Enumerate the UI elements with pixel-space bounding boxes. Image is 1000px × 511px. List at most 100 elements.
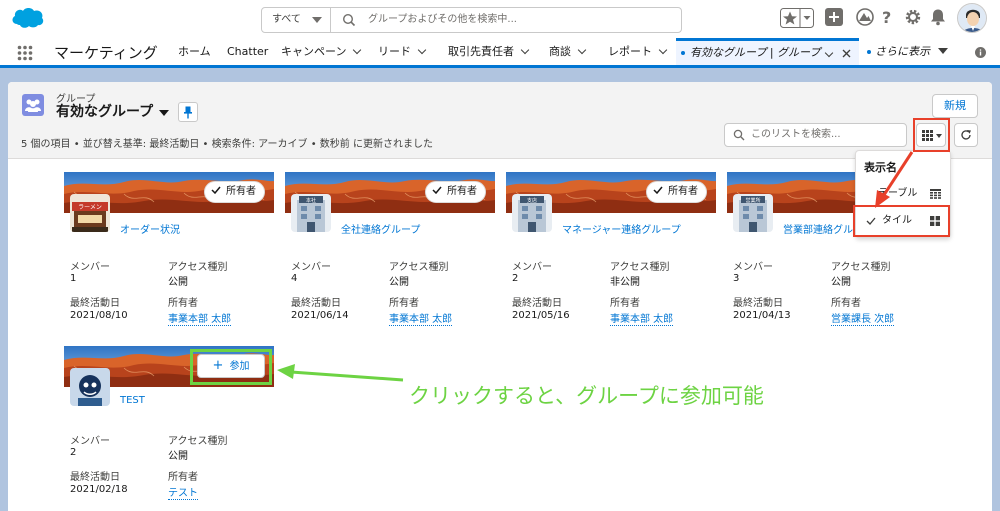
chevron-down-icon	[312, 17, 322, 23]
user-avatar[interactable]	[957, 3, 987, 33]
list-search-input[interactable]: このリストを検索...	[724, 123, 907, 147]
access-label: アクセス種別	[168, 262, 228, 273]
help-button[interactable]: ?	[880, 8, 896, 29]
members-value: 1	[70, 273, 77, 284]
group-tile[interactable]: 所有者 支店 マネージャー連絡グループ メンバー 2 アクセス種別 非公開 最終…	[506, 172, 716, 326]
search-scope-select[interactable]: すべて	[262, 8, 331, 32]
nav-more-label: さらに表示	[875, 45, 930, 58]
members-label: メンバー	[512, 262, 552, 273]
pin-list-button[interactable]	[178, 102, 198, 122]
search-input[interactable]: グループおよびその他を検索中...	[368, 8, 517, 32]
owner-label: 所有者	[168, 298, 198, 309]
global-actions-button[interactable]	[825, 8, 843, 29]
new-button[interactable]: 新規	[932, 94, 978, 118]
check-icon	[211, 186, 221, 195]
gear-icon	[905, 9, 921, 25]
access-value: 非公開	[610, 277, 640, 288]
search-icon	[342, 13, 356, 27]
nav-item-label: ホーム	[178, 45, 211, 58]
refresh-button[interactable]	[954, 123, 978, 147]
nav-item-contacts[interactable]: 取引先責任者	[448, 38, 530, 65]
owner-label: 所有者	[389, 298, 419, 309]
annotation-text: クリックすると、グループに参加可能	[409, 384, 764, 408]
app-name: マーケティング	[54, 44, 158, 62]
refresh-icon	[961, 130, 971, 140]
unsaved-dot-icon	[867, 50, 871, 54]
favorites-button[interactable]	[780, 8, 814, 31]
global-search: すべて グループおよびその他を検索中...	[261, 7, 682, 33]
group-tile[interactable]: 所有者 本社 全社連絡グループ メンバー 4 アクセス種別 公開 最終活動日 2…	[285, 172, 495, 326]
members-value: 4	[291, 273, 298, 284]
chevron-down-icon[interactable]	[577, 45, 587, 55]
app-launcher-icon[interactable]	[17, 45, 33, 61]
owner-badge: 所有者	[425, 181, 486, 203]
highlight-display-button	[913, 118, 950, 152]
nav-item-chatter[interactable]: Chatter	[227, 38, 268, 65]
nav-more-button[interactable]: さらに表示	[867, 38, 948, 65]
members-label: メンバー	[733, 262, 773, 273]
nav-item-label: 取引先責任者	[448, 45, 514, 58]
salesforce-logo[interactable]	[10, 4, 46, 30]
nav-item-leads[interactable]: リード	[378, 38, 427, 65]
notifications-button[interactable]	[930, 8, 946, 29]
group-name-link[interactable]: オーダー状況	[120, 221, 180, 236]
access-label: アクセス種別	[389, 262, 449, 273]
chevron-down-icon[interactable]	[658, 45, 668, 55]
groups-object-icon	[22, 94, 44, 116]
owner-link[interactable]: 事業本部 太郎	[168, 310, 232, 326]
nav-item-opportunities[interactable]: 商談	[549, 38, 587, 65]
close-icon[interactable]	[842, 49, 851, 58]
star-icon	[780, 8, 814, 28]
plus-icon	[825, 8, 843, 26]
members-value: 3	[733, 273, 740, 284]
check-icon	[432, 186, 442, 195]
ramen-shop-icon: ラーメン	[70, 194, 110, 232]
nav-tab-active-groups[interactable]: 有効なグループ | グループ	[676, 38, 859, 65]
owner-link[interactable]: 事業本部 太郎	[389, 310, 453, 326]
setup-button[interactable]	[904, 8, 922, 29]
access-value: 公開	[831, 277, 851, 288]
owner-link[interactable]: テスト	[168, 484, 198, 500]
owner-link[interactable]: 営業課長 次郎	[831, 310, 895, 326]
search-icon	[733, 129, 745, 141]
last-activity-label: 最終活動日	[512, 298, 562, 309]
help-icon: ?	[882, 8, 891, 27]
bot-avatar-icon	[70, 368, 110, 406]
nav-item-label: Chatter	[227, 45, 269, 58]
access-label: アクセス種別	[831, 262, 891, 273]
info-icon[interactable]	[975, 47, 986, 58]
red-arrow-icon	[875, 151, 914, 208]
chevron-down-icon[interactable]	[520, 45, 530, 55]
list-view-picker-icon[interactable]	[159, 110, 169, 116]
global-header: すべて グループおよびその他を検索中... ?	[0, 0, 1000, 38]
chevron-down-icon[interactable]	[824, 48, 834, 58]
last-activity-label: 最終活動日	[70, 298, 120, 309]
group-name-link[interactable]: マネージャー連絡グループ	[562, 221, 681, 236]
chevron-down-icon[interactable]	[353, 45, 362, 55]
green-arrow-icon	[277, 364, 404, 382]
trailhead-button[interactable]	[856, 8, 874, 29]
last-activity-value: 2021/05/16	[512, 310, 570, 321]
mountain-icon	[856, 8, 874, 26]
last-activity-value: 2021/06/14	[291, 310, 349, 321]
list-view-title[interactable]: 有効なグループ	[56, 101, 153, 121]
owner-badge-label: 所有者	[447, 186, 477, 197]
svg-text:?: ?	[882, 8, 891, 26]
owner-link[interactable]: 事業本部 太郎	[610, 310, 674, 326]
nav-item-home[interactable]: ホーム	[178, 38, 211, 65]
caret-down-icon	[938, 48, 948, 54]
last-activity-label: 最終活動日	[733, 298, 783, 309]
table-icon	[930, 189, 941, 199]
group-name-link[interactable]: TEST	[120, 395, 145, 406]
office-building-icon: 営業所	[733, 194, 773, 232]
chevron-down-icon[interactable]	[417, 45, 427, 55]
group-tile[interactable]: 所有者 ラーメン オーダー状況 メンバー 1 アクセス種別 公開 最終活動日 2…	[64, 172, 274, 326]
list-search-placeholder: このリストを検索...	[751, 129, 841, 140]
nav-item-campaigns[interactable]: キャンペーン	[281, 38, 362, 65]
app-nav-bar: マーケティング ホーム Chatter キャンペーン リード 取引先責任者 商談…	[0, 38, 1000, 68]
svg-text:ラーメン: ラーメン	[78, 204, 102, 211]
group-photo: ラーメン	[70, 194, 110, 232]
access-value: 公開	[168, 277, 188, 288]
nav-item-reports[interactable]: レポート	[608, 38, 668, 65]
group-name-link[interactable]: 全社連絡グループ	[341, 221, 420, 236]
